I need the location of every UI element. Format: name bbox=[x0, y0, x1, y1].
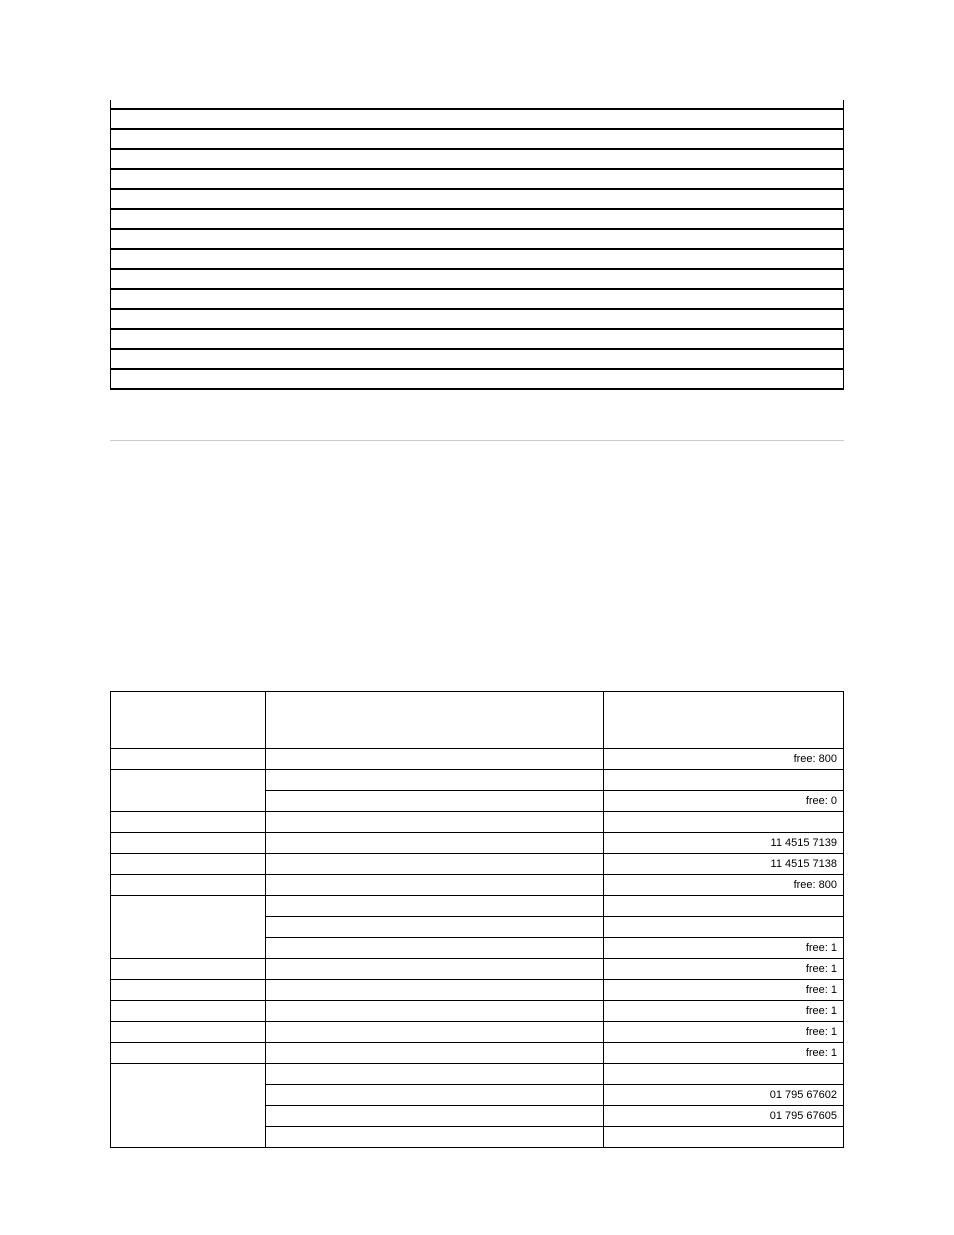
table-cell bbox=[266, 959, 604, 980]
lower-table: free: 800 free: 0 11 4515 713911 4515 7138… bbox=[110, 691, 844, 1148]
table-cell bbox=[266, 1001, 604, 1022]
table-cell bbox=[111, 749, 266, 770]
table-row bbox=[111, 348, 843, 368]
table-cell: free: 1 bbox=[604, 1043, 844, 1064]
table-cell bbox=[111, 875, 266, 896]
table-cell bbox=[111, 812, 266, 833]
upper-table-block bbox=[110, 100, 844, 390]
table-cell: free: 1 bbox=[604, 938, 844, 959]
table-row: free: 800 bbox=[111, 749, 844, 770]
table-cell bbox=[111, 980, 266, 1001]
table-cell: 01 795 67602 bbox=[604, 1085, 844, 1106]
table-row bbox=[111, 328, 843, 348]
table-row bbox=[111, 248, 843, 268]
table-row bbox=[111, 128, 843, 148]
table-cell bbox=[111, 1064, 266, 1148]
table-row: free: 1 bbox=[111, 1001, 844, 1022]
table-row: free: 800 bbox=[111, 875, 844, 896]
table-cell bbox=[266, 1127, 604, 1148]
table-row: 11 4515 7139 bbox=[111, 833, 844, 854]
table-cell: free: 1 bbox=[604, 1001, 844, 1022]
section-divider bbox=[110, 440, 844, 441]
table-cell: free: 800 bbox=[604, 875, 844, 896]
table-row bbox=[111, 1064, 844, 1085]
table-row: free: 1 bbox=[111, 980, 844, 1001]
table-row bbox=[111, 268, 843, 288]
table-cell bbox=[604, 917, 844, 938]
table-cell: 11 4515 7138 bbox=[604, 854, 844, 875]
table-header-cell bbox=[266, 692, 604, 749]
table-cell bbox=[604, 1064, 844, 1085]
page: free: 800 free: 0 11 4515 713911 4515 7138… bbox=[0, 100, 954, 1148]
table-cell bbox=[266, 917, 604, 938]
table-cell bbox=[111, 770, 266, 812]
table-cell: free: 1 bbox=[604, 959, 844, 980]
table-row bbox=[111, 770, 844, 791]
table-cell bbox=[604, 1127, 844, 1148]
table-row bbox=[111, 896, 844, 917]
table-cell bbox=[266, 1085, 604, 1106]
table-cell bbox=[111, 1022, 266, 1043]
table-cell bbox=[604, 812, 844, 833]
table-row bbox=[111, 228, 843, 248]
lower-table-wrap: free: 800 free: 0 11 4515 713911 4515 7138… bbox=[110, 691, 844, 1148]
table-cell bbox=[266, 938, 604, 959]
table-cell bbox=[111, 896, 266, 959]
table-row bbox=[111, 148, 843, 168]
table-row bbox=[111, 100, 843, 108]
table-cell bbox=[266, 854, 604, 875]
table-cell bbox=[111, 959, 266, 980]
table-row bbox=[111, 288, 843, 308]
table-row bbox=[111, 812, 844, 833]
table-row bbox=[111, 168, 843, 188]
table-cell bbox=[266, 1106, 604, 1127]
table-header-row bbox=[111, 692, 844, 749]
table-cell bbox=[604, 896, 844, 917]
table-cell: free: 0 bbox=[604, 791, 844, 812]
table-cell bbox=[111, 854, 266, 875]
table-row: free: 1 bbox=[111, 1043, 844, 1064]
table-row bbox=[111, 188, 843, 208]
table-cell bbox=[266, 1064, 604, 1085]
table-cell bbox=[266, 791, 604, 812]
table-cell: free: 1 bbox=[604, 980, 844, 1001]
table-cell: free: 800 bbox=[604, 749, 844, 770]
table-header-cell bbox=[604, 692, 844, 749]
table-cell bbox=[111, 833, 266, 854]
table-cell bbox=[111, 1001, 266, 1022]
table-cell: free: 1 bbox=[604, 1022, 844, 1043]
table-cell bbox=[266, 749, 604, 770]
table-row bbox=[111, 368, 843, 388]
table-cell bbox=[266, 896, 604, 917]
table-cell: 01 795 67605 bbox=[604, 1106, 844, 1127]
table-cell bbox=[604, 770, 844, 791]
table-row bbox=[111, 208, 843, 228]
table-row: free: 1 bbox=[111, 959, 844, 980]
table-cell bbox=[266, 1043, 604, 1064]
table-cell bbox=[266, 875, 604, 896]
table-row: 11 4515 7138 bbox=[111, 854, 844, 875]
table-row bbox=[111, 108, 843, 128]
table-row: free: 1 bbox=[111, 1022, 844, 1043]
table-cell bbox=[266, 1022, 604, 1043]
table-cell bbox=[266, 980, 604, 1001]
table-cell: 11 4515 7139 bbox=[604, 833, 844, 854]
table-cell bbox=[266, 812, 604, 833]
table-cell bbox=[266, 833, 604, 854]
table-row bbox=[111, 308, 843, 328]
table-header-cell bbox=[111, 692, 266, 749]
table-cell bbox=[266, 770, 604, 791]
table-cell bbox=[111, 1043, 266, 1064]
